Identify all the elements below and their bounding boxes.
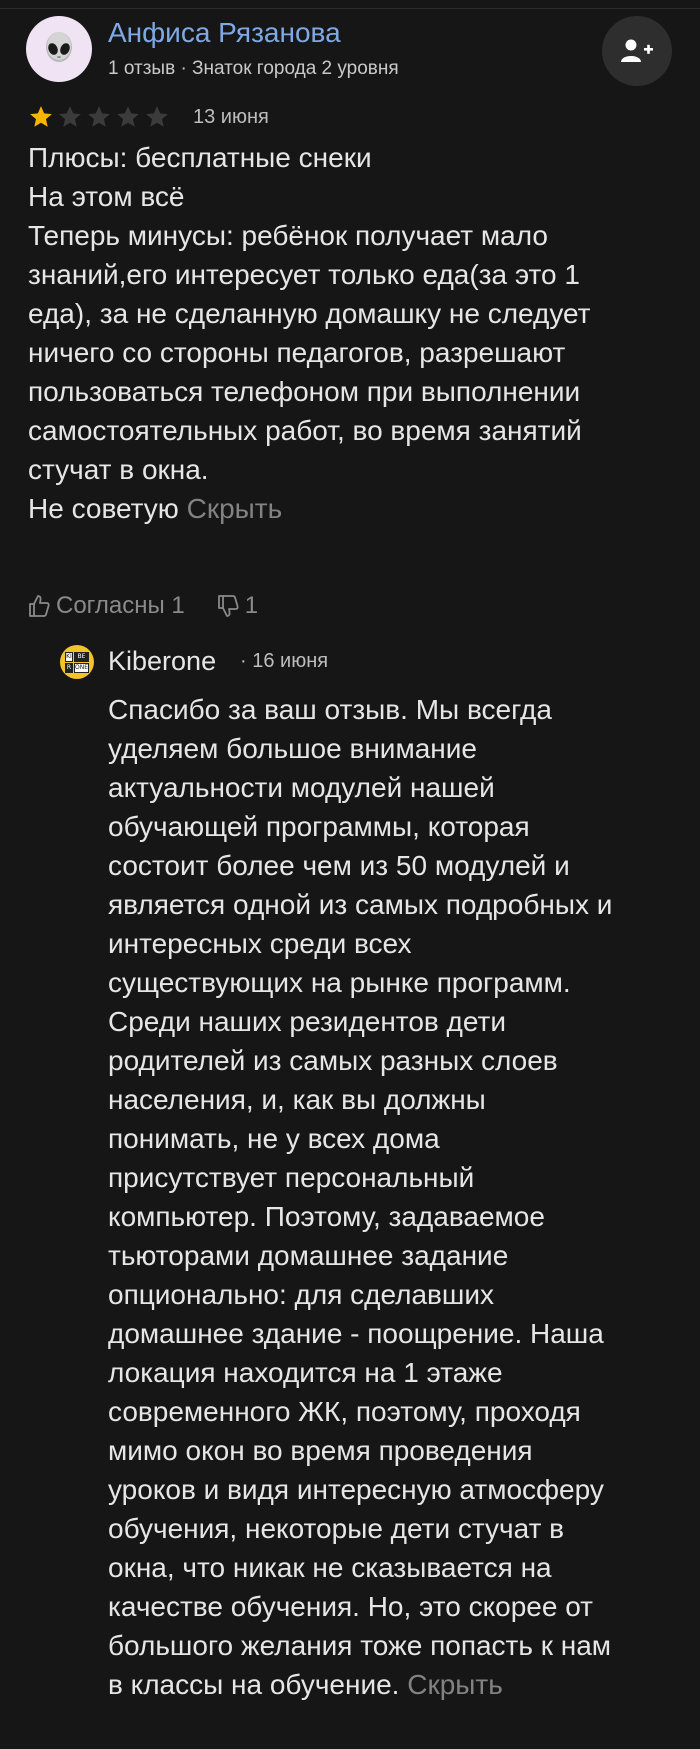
response-line: присутствует персональный xyxy=(108,1162,475,1193)
response-text: Спасибо за ваш отзыв. Мы всегда уделяем … xyxy=(108,690,688,1704)
response-line: компьютер. Поэтому, задаваемое xyxy=(108,1201,545,1232)
response-line: современного ЖК, поэтому, проходя xyxy=(108,1396,581,1427)
response-line: является одной из самых подробных и xyxy=(108,889,613,920)
review-last-line: Не советую Скрыть xyxy=(28,489,678,528)
logo-letter: ONE xyxy=(73,663,89,673)
star-rating xyxy=(28,104,170,130)
star-empty-icon xyxy=(59,106,81,127)
response-line: существующих на рынке программ. xyxy=(108,967,571,998)
response-line: опционально: для сделавших xyxy=(108,1279,495,1310)
review-date: 13 июня xyxy=(193,106,269,128)
response-line: Среди наших резидентов дети xyxy=(108,1006,506,1037)
like-label: Согласны 1 xyxy=(56,592,185,619)
review-line: пользоваться телефоном при выполнении xyxy=(28,376,581,407)
response-line: домашнее здание - поощрение. Наша xyxy=(108,1318,604,1349)
response-line: родителей из самых разных слоев xyxy=(108,1045,558,1076)
author-avatar[interactable] xyxy=(26,16,92,82)
kiberone-logo: KI BE R ONE xyxy=(60,645,94,679)
response-line: понимать, не у всех дома xyxy=(108,1123,440,1154)
review-line: На этом всё xyxy=(28,181,185,212)
review-line: стучат в окна. xyxy=(28,454,209,485)
logo-letter: KI xyxy=(65,652,73,662)
thumbs-down-icon xyxy=(217,595,239,617)
response-line-text: в классы на обучение. xyxy=(108,1669,400,1700)
dislike-button[interactable]: 1 xyxy=(217,592,258,620)
response-line: локация находится на 1 этаже xyxy=(108,1357,503,1388)
author-meta: 1 отзыв · Знаток города 2 уровня xyxy=(108,58,399,79)
like-button[interactable]: Согласны 1 xyxy=(28,592,185,620)
review-line-text: Не советую xyxy=(28,493,179,524)
response-line: интересных среди всех xyxy=(108,928,412,959)
response-line: уроков и видя интересную атмосферу xyxy=(108,1474,604,1505)
response-line: Спасибо за ваш отзыв. Мы всегда xyxy=(108,694,552,725)
response-line: обучающей программы, которая xyxy=(108,811,530,842)
star-empty-icon xyxy=(88,106,110,127)
response-line: уделяем большое внимание xyxy=(108,733,477,764)
response-line: окна, что никак не сказывается на xyxy=(108,1552,552,1583)
star-empty-icon xyxy=(146,106,168,127)
review-line: еда), за не сделанную домашку не следует xyxy=(28,298,591,329)
top-divider xyxy=(0,0,700,9)
thumbs-up-icon xyxy=(29,595,50,617)
review-line: самостоятельных работ, во время занятий xyxy=(28,415,582,446)
response-line: мимо окон во время проведения xyxy=(108,1435,533,1466)
response-line: большого желания тоже попасть к нам xyxy=(108,1630,612,1661)
review-line: знаний,его интересует только еда(за это … xyxy=(28,259,580,290)
hide-response-link[interactable]: Скрыть xyxy=(407,1669,503,1700)
subscribe-button[interactable] xyxy=(602,16,672,86)
star-filled-icon xyxy=(30,106,52,127)
logo-letter: BE xyxy=(73,652,89,662)
review-text: Плюсы: бесплатные снеки На этом всё Тепе… xyxy=(28,138,678,528)
response-line: качестве обучения. Но, это скорее от xyxy=(108,1591,593,1622)
response-line: населения, и, как вы должны xyxy=(108,1084,486,1115)
reactions-bar: Согласны 1 1 xyxy=(28,590,258,622)
review-line: ничего со стороны педагогов, разрешают xyxy=(28,337,566,368)
response-line: обучения, некоторые дети стучат в xyxy=(108,1513,565,1544)
add-user-icon xyxy=(621,39,653,62)
response-date: · 16 июня xyxy=(240,650,329,672)
kiberone-logo-mark: KI BE R ONE xyxy=(65,652,89,673)
response-line: состоит более чем из 50 модулей и xyxy=(108,850,570,881)
star-empty-icon xyxy=(117,106,139,127)
response-author-name[interactable]: Kiberone xyxy=(108,643,216,679)
response-last-line: в классы на обучение. Скрыть xyxy=(108,1665,688,1704)
alien-icon xyxy=(46,32,72,62)
hide-review-link[interactable]: Скрыть xyxy=(187,493,283,524)
response-line: актуальности модулей нашей xyxy=(108,772,495,803)
dislike-count: 1 xyxy=(244,592,259,619)
author-name[interactable]: Анфиса Рязанова xyxy=(108,16,341,50)
logo-letter: R xyxy=(65,663,73,673)
review-line: Теперь минусы: ребёнок получает мало xyxy=(28,220,548,251)
response-line: тьюторами домашнее задание xyxy=(108,1240,509,1271)
review-line: Плюсы: бесплатные снеки xyxy=(28,142,372,173)
